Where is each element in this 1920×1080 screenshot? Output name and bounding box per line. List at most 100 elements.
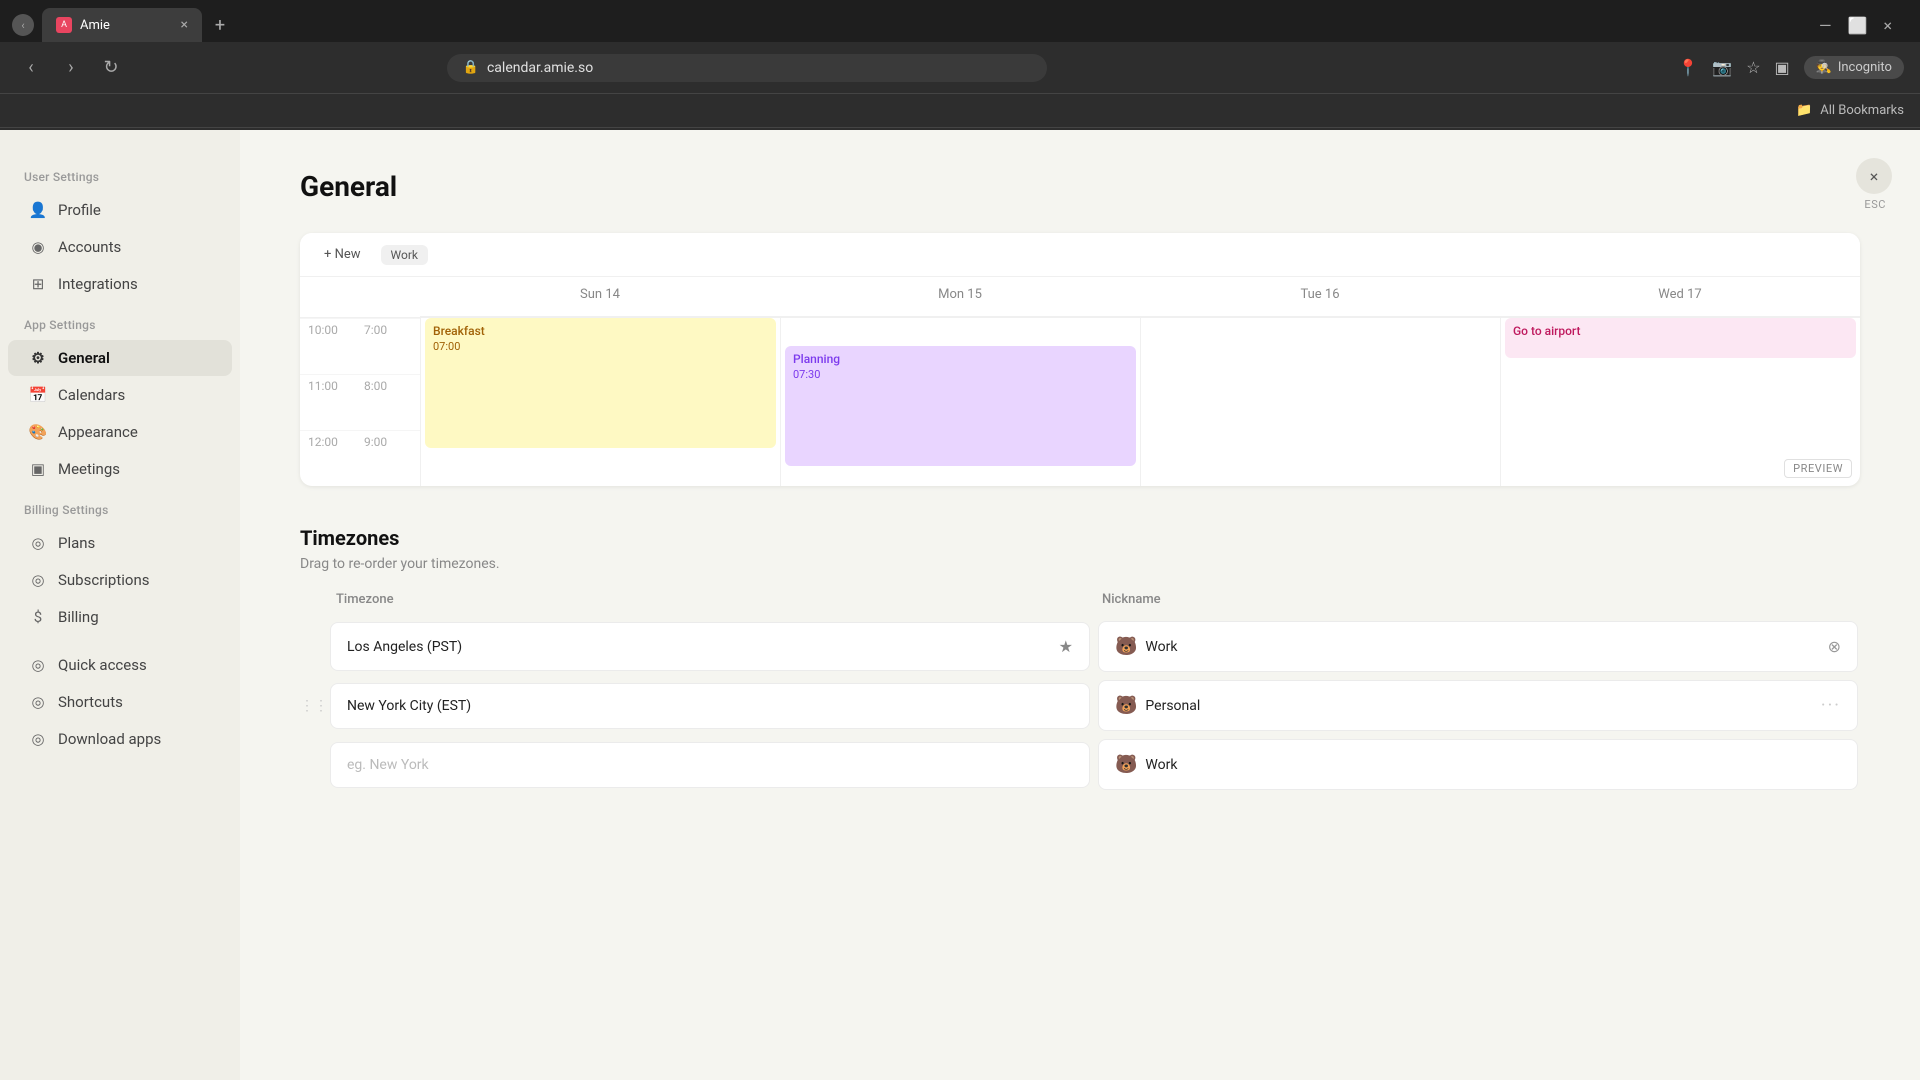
- sidebar-item-download-apps[interactable]: ◎ Download apps: [8, 721, 232, 757]
- browser-tab-amie[interactable]: A Amie ×: [42, 8, 202, 42]
- download-apps-icon: ◎: [28, 729, 48, 749]
- sidebar-item-accounts[interactable]: ◉ Accounts: [8, 229, 232, 265]
- tz-nickname-text-1: Personal: [1145, 698, 1200, 714]
- plans-icon: ◎: [28, 533, 48, 553]
- tz-drag-handle-1[interactable]: ⋮⋮: [300, 698, 324, 714]
- timezones-section: Timezones Drag to re-order your timezone…: [300, 526, 1860, 792]
- camera-icon[interactable]: 📷: [1712, 58, 1732, 77]
- cal-new-btn[interactable]: + New: [316, 243, 369, 266]
- sidebar-item-billing[interactable]: $ Billing: [8, 599, 232, 635]
- cal-day-mon: Mon 15: [780, 277, 1140, 317]
- all-bookmarks-label[interactable]: All Bookmarks: [1820, 103, 1904, 118]
- sidebar-item-meetings[interactable]: ▣ Meetings: [8, 451, 232, 487]
- sidebar-item-profile[interactable]: 👤 Profile: [8, 192, 232, 228]
- tz-row-2: eg. New York 🐻 Work: [300, 737, 1860, 792]
- tz-timezone-0[interactable]: Los Angeles (PST) ★: [330, 622, 1090, 671]
- airport-title: Go to airport: [1513, 324, 1848, 338]
- sidebar-item-shortcuts[interactable]: ◎ Shortcuts: [8, 684, 232, 720]
- window-close-btn[interactable]: ×: [1883, 16, 1892, 35]
- tz-name-0: Los Angeles (PST): [347, 639, 462, 655]
- tz-emoji-2: 🐻: [1115, 754, 1137, 775]
- appearance-icon: 🎨: [28, 422, 48, 442]
- sidebar-item-quick-access-label: Quick access: [58, 656, 147, 674]
- incognito-badge: 🕵 Incognito: [1804, 56, 1904, 79]
- reader-icon[interactable]: ▣: [1775, 58, 1790, 77]
- calendar-preview: + New Work Sun 14 Mon 15 Tue 16 Wed 17 1…: [300, 233, 1860, 486]
- browser-tabs: ‹ A Amie × + — ⬜ ×: [0, 0, 1920, 42]
- window-minimize-btn[interactable]: —: [1819, 16, 1832, 35]
- accounts-icon: ◉: [28, 237, 48, 257]
- forward-btn[interactable]: ›: [56, 53, 86, 83]
- sidebar-item-appearance[interactable]: 🎨 Appearance: [8, 414, 232, 450]
- sidebar-item-profile-label: Profile: [58, 201, 101, 219]
- tz-emoji-0: 🐻: [1115, 636, 1137, 657]
- tz-nickname-1[interactable]: 🐻 Personal ···: [1098, 680, 1858, 731]
- tz-row-1: ⋮⋮ New York City (EST) 🐻 Personal ···: [300, 678, 1860, 733]
- bookmarks-folder-icon: 📁: [1796, 103, 1812, 118]
- planning-time: 07:30: [793, 368, 1128, 381]
- col-header-nickname: Nickname: [1098, 592, 1860, 615]
- sidebar-item-billing-label: Billing: [58, 608, 99, 626]
- sidebar-item-plans-label: Plans: [58, 534, 95, 552]
- incognito-label: Incognito: [1838, 60, 1892, 75]
- cal-col-tue: [1140, 318, 1500, 486]
- star-icon[interactable]: ☆: [1746, 58, 1760, 77]
- sidebar-item-calendars[interactable]: 📅 Calendars: [8, 377, 232, 413]
- tz-timezone-1[interactable]: New York City (EST): [330, 683, 1090, 729]
- time-900: 9:00: [360, 430, 420, 486]
- sidebar-item-subscriptions[interactable]: ◎ Subscriptions: [8, 562, 232, 598]
- tz-nickname-text-2: Work: [1145, 757, 1177, 773]
- tz-emoji-1: 🐻: [1115, 695, 1137, 716]
- sidebar-item-plans[interactable]: ◎ Plans: [8, 525, 232, 561]
- location-icon[interactable]: 📍: [1678, 58, 1698, 77]
- sidebar-item-accounts-label: Accounts: [58, 238, 121, 256]
- sidebar-item-download-apps-label: Download apps: [58, 730, 161, 748]
- event-planning[interactable]: Planning 07:30: [785, 346, 1136, 466]
- back-btn[interactable]: ‹: [16, 53, 46, 83]
- event-breakfast[interactable]: Breakfast 07:00: [425, 318, 776, 448]
- window-controls: — ⬜ ×: [1819, 16, 1908, 35]
- quick-access-icon: ◎: [28, 655, 48, 675]
- app-container: User Settings 👤 Profile ◉ Accounts ⊞ Int…: [0, 130, 1920, 1080]
- window-maximize-btn[interactable]: ⬜: [1848, 16, 1868, 35]
- sidebar-item-general[interactable]: ⚙ General: [8, 340, 232, 376]
- billing-icon: $: [28, 607, 48, 627]
- sidebar-item-quick-access[interactable]: ◎ Quick access: [8, 647, 232, 683]
- sidebar-item-integrations[interactable]: ⊞ Integrations: [8, 266, 232, 302]
- cal-new-label: + New: [324, 247, 361, 262]
- planning-title: Planning: [793, 352, 1128, 366]
- tz-row-0: Los Angeles (PST) ★ 🐻 Work ⊗: [300, 619, 1860, 674]
- tab-overflow-btn[interactable]: ‹: [12, 14, 34, 36]
- preview-label: PREVIEW: [1784, 459, 1852, 478]
- tab-favicon: A: [56, 17, 72, 33]
- tz-nickname-2[interactable]: 🐻 Work: [1098, 739, 1858, 790]
- tz-star-icon-0[interactable]: ★: [1059, 637, 1073, 656]
- reload-btn[interactable]: ↻: [96, 53, 126, 83]
- lock-icon: 🔒: [463, 60, 479, 75]
- meetings-icon: ▣: [28, 459, 48, 479]
- time-1000: 10:00: [300, 318, 360, 374]
- cal-work-badge[interactable]: Work: [381, 245, 428, 265]
- event-airport[interactable]: Go to airport: [1505, 318, 1856, 358]
- url-text: calendar.amie.so: [487, 60, 593, 76]
- tab-close-btn[interactable]: ×: [181, 17, 188, 33]
- cal-col-sun: Breakfast 07:00: [420, 318, 780, 486]
- tz-nickname-0[interactable]: 🐻 Work ⊗: [1098, 621, 1858, 672]
- incognito-icon: 🕵: [1816, 60, 1832, 75]
- general-icon: ⚙: [28, 348, 48, 368]
- cal-day-tue: Tue 16: [1140, 277, 1500, 317]
- billing-settings-label: Billing Settings: [0, 503, 240, 517]
- tz-dots-btn-1[interactable]: ···: [1821, 695, 1841, 716]
- close-settings-btn[interactable]: ×: [1856, 158, 1892, 194]
- main-panel: × ESC General + New Work Sun 14 Mon 15 T…: [240, 130, 1920, 1080]
- tz-timezone-2[interactable]: eg. New York: [330, 742, 1090, 788]
- tz-name-1: New York City (EST): [347, 698, 471, 714]
- new-tab-btn[interactable]: +: [206, 11, 234, 39]
- address-bar[interactable]: 🔒 calendar.amie.so: [447, 54, 1047, 82]
- tz-close-btn-0[interactable]: ⊗: [1828, 637, 1841, 656]
- integrations-icon: ⊞: [28, 274, 48, 294]
- time-1100: 11:00: [300, 374, 360, 430]
- calendars-icon: 📅: [28, 385, 48, 405]
- timezones-title: Timezones: [300, 526, 1860, 550]
- app-settings-label: App Settings: [0, 318, 240, 332]
